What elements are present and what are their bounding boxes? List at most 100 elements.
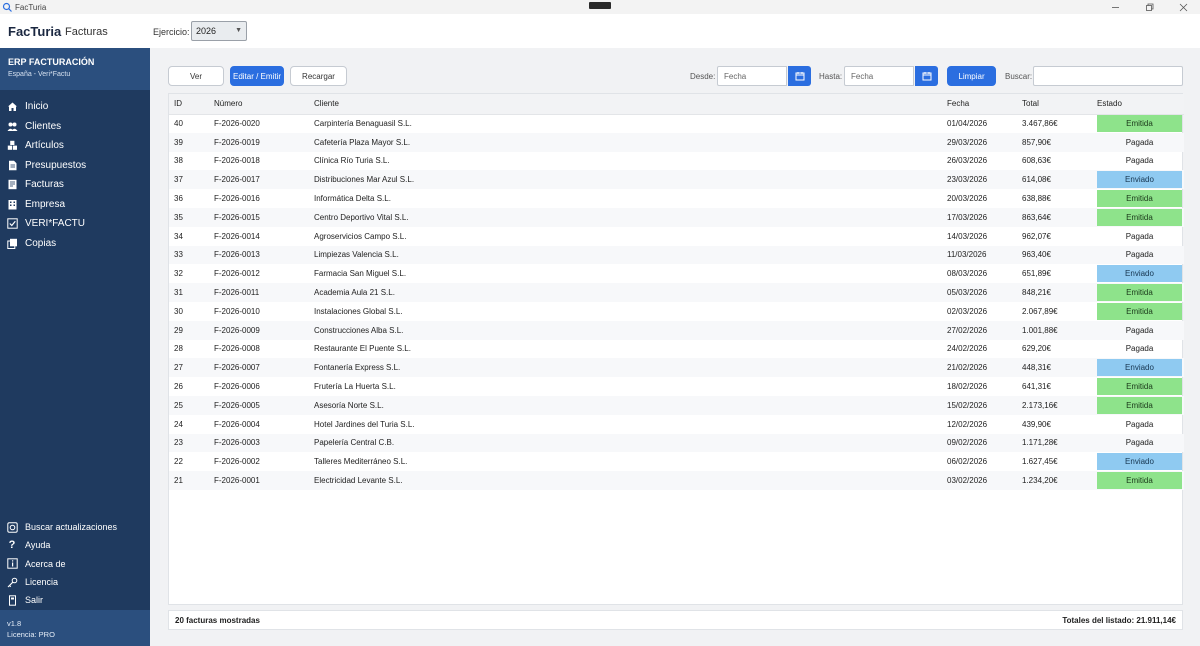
building-icon: [6, 198, 18, 210]
sidebar-item-label: Buscar actualizaciones: [25, 522, 118, 533]
cell-cliente: Talleres Mediterráneo S.L.: [314, 457, 408, 467]
table-row[interactable]: 37 F-2026-0017 Distribuciones Mar Azul S.L…: [169, 170, 1184, 190]
column-header-cliente[interactable]: Cliente: [314, 94, 947, 115]
table-row[interactable]: 22 F-2026-0002 Talleres Mediterráneo S.L. 0…: [169, 452, 1184, 471]
chevron-down-icon: ▼: [235, 27, 242, 34]
table-row[interactable]: 35 F-2026-0015 Centro Deportivo Vital S.L.…: [169, 207, 1184, 227]
desde-calendar-button[interactable]: [788, 66, 811, 86]
status-badge: Pagada: [1125, 325, 1154, 335]
sidebar-item-salir[interactable]: Salir: [0, 591, 150, 609]
status-badge: Emitida: [1097, 302, 1182, 320]
copy-icon: [6, 237, 18, 249]
cell-fecha: 27/02/2026: [947, 320, 1022, 340]
cell-cliente: Cafetería Plaza Mayor S.L.: [314, 132, 947, 152]
cell-numero: F-2026-0003: [214, 433, 314, 453]
sidebar-item-presupuestos[interactable]: Presupuestos: [0, 156, 150, 176]
cell-cliente: Informática Delta S.L.: [314, 194, 391, 204]
cell-total: 629,20€: [1022, 344, 1051, 354]
sidebar-item-articulos[interactable]: Artículos: [0, 136, 150, 156]
editar-emitir-button[interactable]: Editar / Emitir: [230, 66, 284, 86]
table-row[interactable]: 27 F-2026-0007 Fontanería Express S.L. 21/0…: [169, 358, 1184, 378]
restore-icon: [1145, 3, 1153, 11]
drag-handle[interactable]: [589, 2, 611, 9]
status-badge: Emitida: [1097, 190, 1182, 208]
desde-date-input[interactable]: Fecha: [717, 66, 787, 86]
table-row[interactable]: 26 F-2026-0006 Frutería La Huerta S.L. 18/0…: [169, 377, 1184, 396]
cell-id: 31: [169, 283, 214, 302]
limpiar-button[interactable]: Limpiar: [947, 66, 996, 86]
cell-cliente: Restaurante El Puente S.L.: [314, 344, 411, 354]
table-row[interactable]: 30 F-2026-0010 Instalaciones Global S.L. 02…: [169, 302, 1184, 321]
table-row[interactable]: 34 F-2026-0014 Agroservicios Campo S.L. 14/…: [169, 227, 1184, 246]
cell-id: 30: [174, 306, 183, 316]
sidebar-item-acerca-de[interactable]: Acerca de: [0, 555, 150, 573]
cell-numero: F-2026-0009: [214, 320, 314, 340]
sidebar-item-label: VERI*FACTU: [25, 218, 86, 230]
table-row[interactable]: 32 F-2026-0012 Farmacia San Miguel S.L. 08/…: [169, 264, 1184, 283]
status-badge: Enviado: [1097, 171, 1182, 189]
status-badge: Enviado: [1097, 265, 1182, 283]
minimize-button[interactable]: [1098, 0, 1132, 14]
cell-numero: F-2026-0019: [214, 132, 314, 152]
table-row[interactable]: 36 F-2026-0016 Informática Delta S.L. 20/03…: [169, 189, 1184, 208]
table-row[interactable]: 39 F-2026-0019 Cafetería Plaza Mayor S.L. 2…: [169, 132, 1184, 152]
cell-total: 439,90€: [1022, 419, 1051, 429]
sidebar-item-clientes[interactable]: Clientes: [0, 117, 150, 137]
cell-cliente: Agroservicios Campo S.L.: [314, 231, 407, 241]
hasta-date-input[interactable]: Fecha: [844, 66, 914, 86]
table-row[interactable]: 24 F-2026-0004 Hotel Jardines del Turia S.…: [169, 415, 1184, 434]
table-row[interactable]: 28 F-2026-0008 Restaurante El Puente S.L. 2…: [169, 340, 1184, 359]
sidebar-nav: Inicio Clientes Artículos Presupuestos F…: [0, 97, 150, 253]
recargar-button[interactable]: Recargar: [290, 66, 347, 86]
cell-numero: F-2026-0007: [214, 358, 314, 378]
ver-button[interactable]: Ver: [168, 66, 224, 86]
sidebar-header: ERP FACTURACIÓN España - Veri*Factu: [0, 48, 150, 90]
sidebar-item-inicio[interactable]: Inicio: [0, 97, 150, 117]
cell-fecha: 18/02/2026: [947, 382, 988, 392]
cell-numero: F-2026-0010: [214, 306, 260, 316]
cell-id: 28: [174, 344, 183, 354]
cell-id: 35: [169, 207, 214, 227]
table-row[interactable]: 33 F-2026-0013 Limpiezas Valencia S.L. 11/0…: [169, 245, 1184, 265]
status-bar: 20 facturas mostradas Totales del listad…: [168, 610, 1183, 630]
cell-estado: Emitida: [1097, 114, 1184, 133]
cell-numero: F-2026-0020: [214, 119, 260, 129]
column-header-id[interactable]: ID: [169, 94, 214, 115]
status-badge: Pagada: [1125, 231, 1154, 241]
sidebar-item-empresa[interactable]: Empresa: [0, 195, 150, 215]
cell-total: 2.173,16€: [1022, 395, 1097, 415]
cell-id: 27: [169, 358, 214, 378]
cell-total: 614,08€: [1022, 170, 1097, 190]
table-row[interactable]: 25 F-2026-0005 Asesoría Norte S.L. 15/02/20…: [169, 395, 1184, 415]
cell-numero: F-2026-0005: [214, 395, 314, 415]
cell-numero: F-2026-0017: [214, 170, 314, 190]
ejercicio-select[interactable]: 2026 ▼: [191, 21, 247, 41]
close-button[interactable]: [1166, 0, 1200, 14]
sidebar-item-label: Inicio: [25, 101, 49, 113]
table-row[interactable]: 38 F-2026-0018 Clínica Río Turia S.L. 26/03…: [169, 152, 1184, 171]
status-badge: Emitida: [1097, 378, 1182, 396]
cell-total: 963,40€: [1022, 245, 1097, 265]
cell-id: 39: [169, 132, 214, 152]
cell-total: 641,31€: [1022, 382, 1051, 392]
sidebar-item-buscar-actualizaciones[interactable]: Buscar actualizaciones: [0, 518, 150, 536]
hasta-calendar-button[interactable]: [915, 66, 938, 86]
maximize-button[interactable]: [1132, 0, 1166, 14]
column-header-estado[interactable]: Estado: [1097, 94, 1184, 115]
sidebar-item-ayuda[interactable]: ? Ayuda: [0, 536, 150, 554]
column-header-fecha[interactable]: Fecha: [947, 94, 1022, 115]
search-input[interactable]: [1033, 66, 1183, 86]
sidebar-item-verifactu[interactable]: VERI*FACTU: [0, 214, 150, 234]
column-header-total[interactable]: Total: [1022, 94, 1097, 115]
table-row[interactable]: 23 F-2026-0003 Papelería Central C.B. 09/02…: [169, 433, 1184, 453]
cell-total: 608,63€: [1022, 156, 1051, 166]
sidebar-item-licencia[interactable]: Licencia: [0, 573, 150, 591]
table-row[interactable]: 29 F-2026-0009 Construcciones Alba S.L. 27/…: [169, 320, 1184, 340]
sidebar-item-copias[interactable]: Copias: [0, 234, 150, 254]
column-header-numero[interactable]: Número: [214, 94, 314, 115]
sidebar-item-facturas[interactable]: Facturas: [0, 175, 150, 195]
sidebar: ERP FACTURACIÓN España - Veri*Factu Inic…: [0, 48, 150, 646]
table-row[interactable]: 21 F-2026-0001 Electricidad Levante S.L. 03…: [169, 471, 1184, 490]
table-row[interactable]: 40 F-2026-0020 Carpintería Benaguasil S.L.…: [169, 114, 1184, 133]
table-row[interactable]: 31 F-2026-0011 Academia Aula 21 S.L. 05/03/…: [169, 283, 1184, 302]
